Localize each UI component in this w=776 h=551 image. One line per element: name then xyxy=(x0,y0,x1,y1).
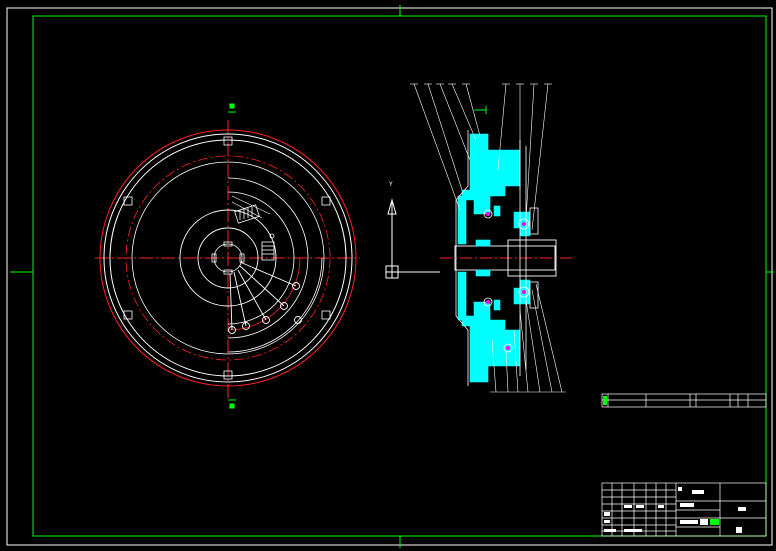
drawing-frame xyxy=(6,5,774,548)
clutch-section-view xyxy=(410,83,575,393)
shaft xyxy=(440,239,575,277)
cad-drawing-canvas: Y xyxy=(6,5,774,548)
parts-list-row xyxy=(601,393,767,408)
ucs-axis-indicator xyxy=(385,198,440,279)
title-block xyxy=(601,482,767,537)
section-marker xyxy=(228,103,236,409)
y-axis-label: Y xyxy=(389,181,393,188)
clutch-front-view xyxy=(95,103,360,409)
